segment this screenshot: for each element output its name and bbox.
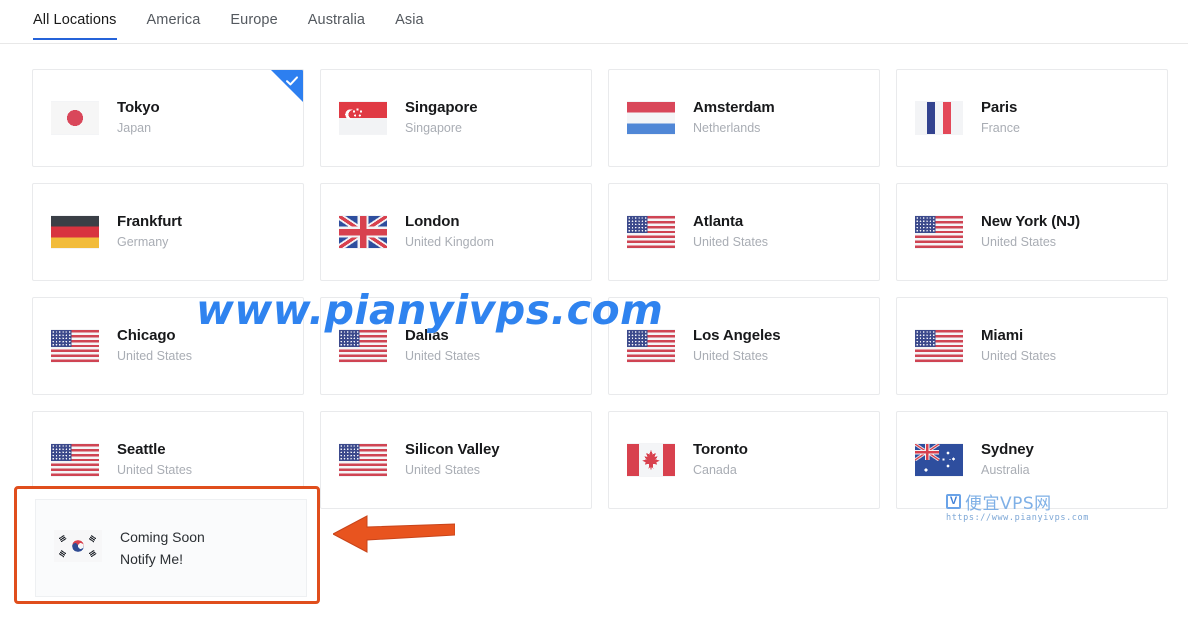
location-city-name: Chicago (117, 327, 176, 344)
flag-au-icon (915, 443, 963, 477)
location-city-name: Frankfurt (117, 213, 182, 230)
flag-ca-icon (627, 443, 675, 477)
location-city-name: Dallas (405, 327, 449, 344)
location-country-name: United States (693, 235, 769, 249)
location-country-name: United States (981, 235, 1057, 249)
location-meta: London United Kingdom (405, 212, 494, 252)
location-country-name: Canada (693, 463, 737, 477)
location-card[interactable]: Miami United States (896, 297, 1168, 395)
flag-us-icon (51, 443, 99, 477)
location-country-name: United States (981, 349, 1057, 363)
flag-gb-icon (339, 215, 387, 249)
location-card[interactable]: Amsterdam Netherlands (608, 69, 880, 167)
location-card[interactable]: Los Angeles United States (608, 297, 880, 395)
location-meta: Sydney Australia (981, 440, 1034, 480)
flag-kr-icon (54, 529, 102, 567)
location-meta: Tokyo Japan (117, 98, 160, 138)
logo-url-text: https://www.pianyivps.com (946, 513, 1089, 523)
location-card[interactable]: Silicon Valley United States (320, 411, 592, 509)
tab-australia[interactable]: Australia (308, 0, 365, 39)
coming-soon-highlight-box: Coming Soon Notify Me! (14, 486, 320, 604)
flag-us-icon (627, 329, 675, 363)
location-city-name: Toronto (693, 441, 748, 458)
location-meta: Silicon Valley United States (405, 440, 500, 480)
location-city-name: Seattle (117, 441, 166, 458)
location-city-name: Paris (981, 99, 1018, 116)
location-meta: Dallas United States (405, 326, 480, 366)
location-meta: Amsterdam Netherlands (693, 98, 775, 138)
flag-sg-icon (339, 101, 387, 135)
location-country-name: Australia (981, 463, 1030, 477)
coming-soon-card[interactable]: Coming Soon Notify Me! (35, 499, 307, 597)
annotation-arrow-icon (333, 515, 455, 553)
location-meta: Miami United States (981, 326, 1056, 366)
flag-us-icon (339, 329, 387, 363)
flag-fr-icon (915, 101, 963, 135)
location-card[interactable]: Tokyo Japan (32, 69, 304, 167)
location-meta: Frankfurt Germany (117, 212, 182, 252)
location-meta: Chicago United States (117, 326, 192, 366)
flag-nl-icon (627, 101, 675, 135)
tab-asia[interactable]: Asia (395, 0, 424, 39)
check-icon (286, 76, 298, 86)
location-card[interactable]: London United Kingdom (320, 183, 592, 281)
location-country-name: United States (405, 349, 481, 363)
location-country-name: United States (117, 463, 193, 477)
location-city-name: New York (NJ) (981, 213, 1081, 230)
location-selector-page: All Locations America Europe Australia Asia … (0, 0, 1188, 623)
flag-us-icon (339, 443, 387, 477)
location-country-name: Netherlands (693, 121, 761, 135)
tab-america[interactable]: America (147, 0, 201, 39)
notify-me-link[interactable]: Notify Me! (120, 548, 205, 570)
coming-soon-text: Coming Soon Notify Me! (120, 526, 205, 570)
location-city-name: Silicon Valley (405, 441, 500, 458)
location-card[interactable]: Sydney Australia (896, 411, 1168, 509)
location-meta: Singapore Singapore (405, 98, 478, 138)
location-meta: Seattle United States (117, 440, 192, 480)
location-city-name: Atlanta (693, 213, 744, 230)
location-city-name: London (405, 213, 460, 230)
location-meta: Los Angeles United States (693, 326, 781, 366)
location-card[interactable]: Atlanta United States (608, 183, 880, 281)
location-card[interactable]: Dallas United States (320, 297, 592, 395)
location-card[interactable]: Singapore Singapore (320, 69, 592, 167)
flag-us-icon (51, 329, 99, 363)
location-city-name: Amsterdam (693, 99, 775, 116)
location-card[interactable]: Toronto Canada (608, 411, 880, 509)
flag-de-icon (51, 215, 99, 249)
location-country-name: Germany (117, 235, 169, 249)
flag-us-icon (915, 215, 963, 249)
location-city-name: Sydney (981, 441, 1034, 458)
location-card[interactable]: Paris France (896, 69, 1168, 167)
location-meta: Atlanta United States (693, 212, 768, 252)
flag-us-icon (627, 215, 675, 249)
tab-europe[interactable]: Europe (230, 0, 277, 39)
location-region-tabs: All Locations America Europe Australia Asia (0, 0, 1188, 44)
location-meta: Toronto Canada (693, 440, 748, 480)
location-card[interactable]: Frankfurt Germany (32, 183, 304, 281)
tab-all-locations[interactable]: All Locations (33, 0, 117, 40)
location-meta: Paris France (981, 98, 1020, 138)
location-city-name: Tokyo (117, 99, 160, 116)
flag-jp-icon (51, 101, 99, 135)
location-country-name: Singapore (405, 121, 462, 135)
location-country-name: France (981, 121, 1020, 135)
location-card[interactable]: New York (NJ) United States (896, 183, 1168, 281)
coming-soon-title: Coming Soon (120, 529, 205, 545)
location-card-grid: Tokyo Japan Singapore Singapore Amsterdam N… (32, 69, 1169, 509)
location-meta: New York (NJ) United States (981, 212, 1080, 252)
location-country-name: United States (117, 349, 193, 363)
location-country-name: United States (693, 349, 769, 363)
location-card[interactable]: Chicago United States (32, 297, 304, 395)
location-city-name: Miami (981, 327, 1024, 344)
location-country-name: United Kingdom (405, 235, 494, 249)
location-city-name: Singapore (405, 99, 478, 116)
flag-us-icon (915, 329, 963, 363)
location-country-name: United States (405, 463, 481, 477)
location-country-name: Japan (117, 121, 152, 135)
location-city-name: Los Angeles (693, 327, 781, 344)
